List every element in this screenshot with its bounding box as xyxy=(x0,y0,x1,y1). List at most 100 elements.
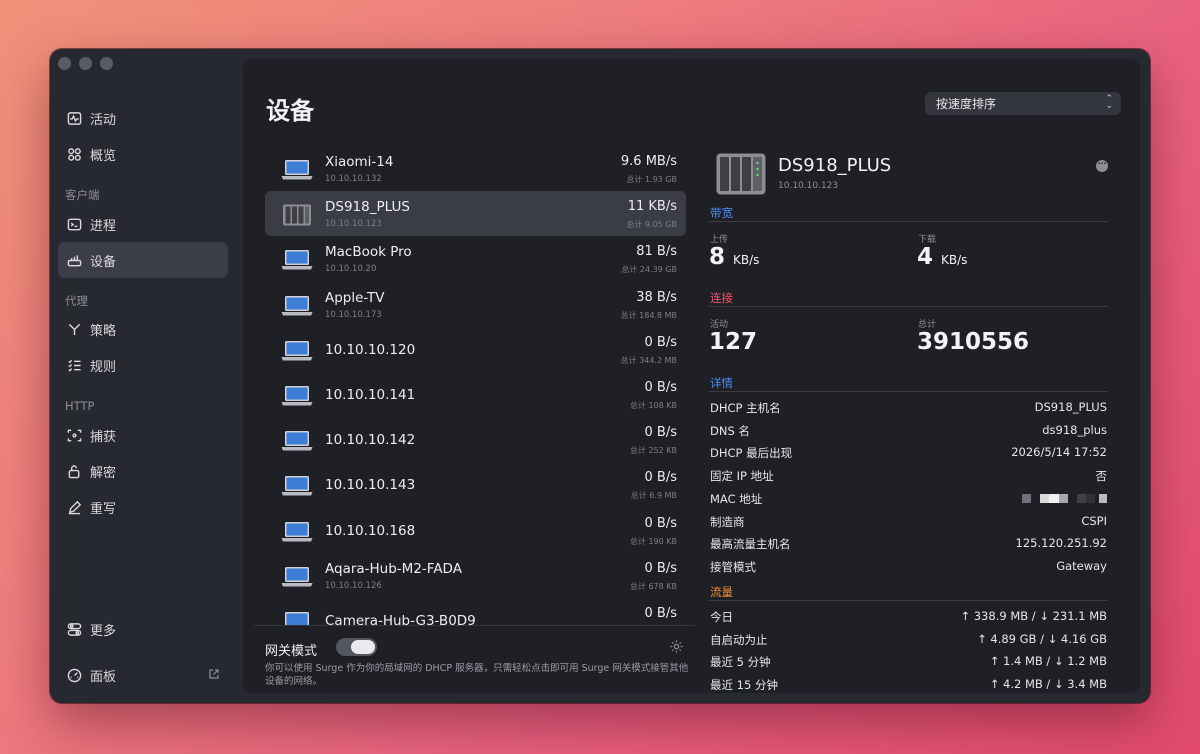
device-row[interactable]: Apple-TV 10.10.10.173 38 B/s 总计 184.8 MB xyxy=(265,282,686,327)
laptop-icon xyxy=(281,295,313,317)
device-speed: 0 B/s xyxy=(644,425,677,441)
info-row: DHCP 最后出现 2026/5/14 17:52 xyxy=(710,445,1109,467)
device-row[interactable]: Aqara-Hub-M2-FADA 10.10.10.126 0 B/s 总计 678… xyxy=(265,553,686,598)
info-row: 固定 IP 地址 否 xyxy=(710,468,1109,490)
device-row[interactable]: Xiaomi-14 10.10.10.132 9.6 MB/s 总计 1.93 GB xyxy=(265,146,686,191)
info-value: ds918_plus xyxy=(1042,422,1107,437)
info-key: DHCP 主机名 xyxy=(710,401,781,415)
device-ip: 10.10.10.123 xyxy=(325,219,382,230)
sidebar-item-label: 进程 xyxy=(90,218,117,234)
sort-select-label: 按速度排序 xyxy=(936,97,997,111)
device-row[interactable]: 10.10.10.120 0 B/s 总计 344.2 MB xyxy=(265,327,686,372)
toggles-icon xyxy=(66,621,82,637)
sidebar-item-label: 设备 xyxy=(90,254,117,270)
section-label-http: HTTP xyxy=(65,399,95,413)
download-number: 4 xyxy=(917,244,934,270)
sidebar-item-capture[interactable]: 捕获 xyxy=(58,417,228,453)
sidebar-item-activity[interactable]: 活动 xyxy=(58,100,228,136)
device-total: 总计 108 KB xyxy=(629,401,677,410)
info-value: Gateway xyxy=(1056,558,1107,573)
device-row[interactable]: DS918_PLUS 10.10.10.123 11 KB/s 总计 9.05 GB xyxy=(265,191,686,237)
info-key: MAC 地址 xyxy=(710,491,763,506)
device-icon xyxy=(66,252,82,268)
sort-select[interactable]: 按速度排序 ⌃ ⌄ xyxy=(925,92,1121,115)
device-name: Xiaomi-14 xyxy=(325,154,394,170)
sidebar-item-dashboard[interactable]: 面板 xyxy=(58,657,228,693)
info-row: 最高流量主机名 125.120.251.92 xyxy=(710,536,1109,558)
sidebar-item-label: 活动 xyxy=(90,112,117,128)
device-total: 总计 9.05 GB xyxy=(626,220,677,230)
gear-icon[interactable] xyxy=(669,639,684,654)
laptop-icon xyxy=(281,340,313,362)
pen-icon xyxy=(66,499,82,515)
sidebar-item-label: 解密 xyxy=(90,465,117,481)
device-list: Xiaomi-14 10.10.10.132 9.6 MB/s 总计 1.93 GB D… xyxy=(265,145,686,627)
page-title: 设备 xyxy=(266,97,314,125)
device-speed: 81 B/s xyxy=(636,244,677,260)
divider xyxy=(709,600,1108,601)
device-row[interactable]: 10.10.10.142 0 B/s 总计 252 KB xyxy=(265,417,686,462)
sidebar-item-label: 重写 xyxy=(90,501,117,517)
gateway-mode-description: 你可以使用 Surge 作为你的局域网的 DHCP 服务器，只需轻松点击即可用 … xyxy=(265,663,689,687)
sidebar-item-processes[interactable]: 进程 xyxy=(58,206,228,242)
traffic-value: ↑ 4.2 MB / ↓ 3.4 MB xyxy=(989,677,1107,692)
sidebar-item-label: 更多 xyxy=(90,623,117,639)
info-row: MAC 地址 xyxy=(710,491,1109,513)
traffic-key: 最近 15 分钟 xyxy=(710,678,778,693)
info-key: DHCP 最后出现 xyxy=(710,446,793,461)
laptop-icon xyxy=(281,566,313,588)
total-connections-value: 3910556 xyxy=(917,329,1030,355)
upload-number: 8 xyxy=(709,244,726,270)
sidebar-item-devices[interactable]: 设备 xyxy=(58,242,228,278)
traffic-key: 自启动为止 xyxy=(710,632,768,647)
device-total: 总计 184.8 MB xyxy=(620,310,677,320)
device-row[interactable]: MacBook Pro 10.10.10.20 81 B/s 总计 24.39 GB xyxy=(265,236,686,281)
nas-icon xyxy=(716,153,766,195)
device-row[interactable]: Camera-Hub-G3-B0D90 B/s总计 1.1 MB xyxy=(265,598,686,627)
connections-heading: 连接 xyxy=(710,291,733,305)
info-row: DNS 名 ds918_plus xyxy=(710,423,1109,445)
device-row[interactable]: 10.10.10.168 0 B/s 总计 190 KB xyxy=(265,508,686,553)
info-value: CSPI xyxy=(1081,513,1107,528)
more-options-icon[interactable]: ··· xyxy=(1096,160,1108,172)
section-label-client: 客户端 xyxy=(65,188,100,202)
device-row[interactable]: 10.10.10.143 0 B/s 总计 6.9 MB xyxy=(265,462,686,507)
device-speed: 0 B/s xyxy=(644,334,677,350)
gateway-mode-title: 网关模式 xyxy=(265,644,318,659)
gateway-mode-toggle[interactable] xyxy=(336,638,377,656)
device-speed: 0 B/s xyxy=(644,470,677,486)
active-connections-value: 127 xyxy=(709,329,758,355)
traffic-heading: 流量 xyxy=(710,585,733,599)
device-row[interactable]: 10.10.10.141 0 B/s 总计 108 KB xyxy=(265,372,686,417)
sidebar-item-policy[interactable]: 策略 xyxy=(58,311,228,347)
laptop-icon xyxy=(281,159,313,181)
info-value: 否 xyxy=(1095,469,1108,484)
sidebar-item-rules[interactable]: 规则 xyxy=(58,347,228,383)
sidebar-item-more[interactable]: 更多 xyxy=(58,611,228,647)
sidebar-item-decrypt[interactable]: 解密 xyxy=(58,453,228,489)
toggle-knob xyxy=(351,640,375,654)
info-value: DS918_PLUS xyxy=(1034,400,1107,414)
info-value: 2026/5/14 17:52 xyxy=(1011,445,1107,460)
device-ip: 10.10.10.173 xyxy=(325,309,382,320)
chevron-updown-icon: ⌃ ⌄ xyxy=(1105,94,1113,111)
info-key: 接管模式 xyxy=(710,559,756,574)
device-total: 总计 252 KB xyxy=(629,446,677,456)
device-name: MacBook Pro xyxy=(325,244,412,261)
detail-device-name: DS918_PLUS xyxy=(778,155,892,176)
device-speed: 38 B/s xyxy=(636,289,677,305)
sidebar-item-rewrite[interactable]: 重写 xyxy=(58,489,228,525)
sidebar-item-overview[interactable]: 概览 xyxy=(58,136,228,172)
sidebar-item-label: 策略 xyxy=(90,323,117,339)
device-name: 10.10.10.141 xyxy=(325,387,416,403)
device-total: 总计 678 KB xyxy=(629,581,677,591)
info-row: 接管模式 Gateway xyxy=(710,559,1109,581)
device-ip: 10.10.10.132 xyxy=(325,174,382,184)
unlock-icon xyxy=(66,463,82,479)
dashboard-icon xyxy=(66,667,82,683)
section-label-proxy: 代理 xyxy=(65,294,88,308)
laptop-icon xyxy=(281,521,313,543)
activity-icon xyxy=(66,110,82,126)
mac-address-redacted xyxy=(1022,493,1107,503)
terminal-icon xyxy=(66,216,82,232)
